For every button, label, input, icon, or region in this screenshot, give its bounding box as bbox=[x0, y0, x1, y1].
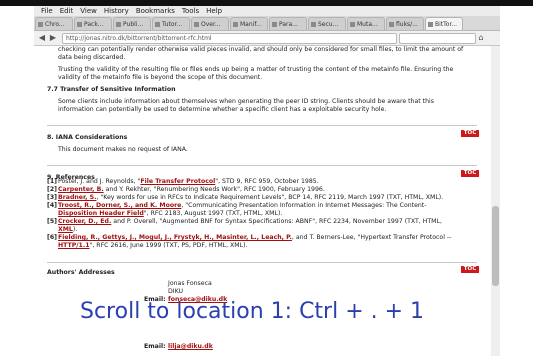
divider bbox=[47, 262, 477, 263]
divider bbox=[47, 165, 477, 166]
reference-link[interactable]: File Transfer Protocol bbox=[140, 178, 215, 185]
instruction-caption: Scroll to location 1: Ctrl + . + 1 bbox=[80, 299, 425, 324]
back-icon[interactable]: ◀ bbox=[37, 33, 47, 43]
reference-item: [1]Postel, J. and J. Reynolds, "File Tra… bbox=[47, 178, 319, 186]
reference-text: ", RFC 2183, August 1997 (TXT, HTML, XML… bbox=[143, 210, 283, 217]
menu-view[interactable]: View bbox=[80, 7, 97, 15]
reference-number: [1] bbox=[47, 178, 57, 185]
reference-text: ", STD 9, RFC 959, October 1985. bbox=[215, 178, 319, 185]
reference-item: [5]Crocker, D., Ed. and P. Overell, "Aug… bbox=[47, 218, 442, 226]
reference-item: Disposition Header Field", RFC 2183, Aug… bbox=[47, 210, 282, 218]
author-name: Jonas Fonseca bbox=[168, 280, 212, 287]
home-icon[interactable]: ⌂ bbox=[476, 33, 486, 43]
section-heading: 7.7 Transfer of Sensitive Information bbox=[47, 86, 176, 93]
url-bar[interactable]: http://jonas.nitro.dk/bittorrent/bittorr… bbox=[62, 33, 397, 44]
favicon-icon bbox=[311, 21, 316, 27]
reference-item: [6]Fielding, R., Gettys, J., Mogul, J., … bbox=[47, 234, 451, 242]
reference-text: ", RFC 2616, June 1999 (TXT, PS, PDF, HT… bbox=[89, 242, 248, 249]
favicon-icon bbox=[272, 21, 277, 27]
toc-button[interactable]: TOC bbox=[461, 266, 479, 273]
menu-bar: File Edit View History Bookmarks Tools H… bbox=[34, 6, 500, 16]
favicon-icon bbox=[194, 21, 199, 27]
tab[interactable]: Pack... bbox=[74, 17, 112, 30]
menu-edit[interactable]: Edit bbox=[60, 7, 74, 15]
reference-text: ). bbox=[72, 226, 78, 233]
tab[interactable]: Chro... bbox=[35, 17, 73, 30]
tab[interactable]: Muta... bbox=[347, 17, 385, 30]
favicon-icon bbox=[233, 21, 238, 27]
tab-strip: Chro... Pack... Publi... Tutor... Over..… bbox=[34, 16, 500, 31]
email-link[interactable]: lilja@diku.dk bbox=[168, 343, 213, 351]
forward-icon[interactable]: ▶ bbox=[48, 33, 58, 43]
reference-text: and Y. Rekhter, "Renumbering Needs Work"… bbox=[103, 186, 325, 193]
paragraph-line: data being discarded. bbox=[58, 54, 126, 61]
reference-number: [3] bbox=[47, 194, 57, 201]
reference-item: XML). bbox=[47, 226, 77, 234]
paragraph-line: This document makes no request of IANA. bbox=[58, 146, 188, 153]
reference-link[interactable]: Fielding, R., Gettys, J., Mogul, J., Fry… bbox=[58, 234, 292, 241]
reference-text: , "Communicating Presentation Informatio… bbox=[181, 202, 427, 209]
reference-link[interactable]: Disposition Header Field bbox=[58, 210, 144, 217]
reference-link[interactable]: Carpenter, B. bbox=[58, 186, 104, 193]
toc-button[interactable]: TOC bbox=[461, 130, 479, 137]
reference-item: [4]Troost, R., Dorner, S., and K. Moore,… bbox=[47, 202, 426, 210]
reference-number: [6] bbox=[47, 234, 57, 241]
reference-item: HTTP/1.1", RFC 2616, June 1999 (TXT, PS,… bbox=[47, 242, 247, 250]
tab[interactable]: fluks/... bbox=[386, 17, 424, 30]
favicon-icon bbox=[38, 21, 43, 27]
tab[interactable]: Over... bbox=[191, 17, 229, 30]
tab[interactable]: Para... bbox=[269, 17, 307, 30]
paragraph-line: Trusting the validity of the resulting f… bbox=[58, 66, 454, 73]
paragraph-line: information can potentially be used to d… bbox=[58, 106, 387, 113]
search-input[interactable] bbox=[399, 33, 476, 44]
tab-active[interactable]: BitTor... bbox=[425, 17, 463, 30]
tab[interactable]: Secu... bbox=[308, 17, 346, 30]
reference-number: [5] bbox=[47, 218, 57, 225]
section-heading: Authors' Addresses bbox=[47, 269, 115, 276]
menu-tools[interactable]: Tools bbox=[182, 7, 199, 15]
reference-number: [4] bbox=[47, 202, 57, 209]
favicon-icon bbox=[155, 21, 160, 27]
reference-link[interactable]: Bradner, S. bbox=[58, 194, 96, 201]
tab[interactable]: Tutor... bbox=[152, 17, 190, 30]
toc-button[interactable]: TOC bbox=[461, 170, 479, 177]
scrollbar-thumb[interactable] bbox=[492, 206, 499, 286]
favicon-icon bbox=[389, 21, 394, 27]
divider bbox=[47, 125, 477, 126]
menu-help[interactable]: Help bbox=[206, 7, 222, 15]
favicon-icon bbox=[77, 21, 82, 27]
reference-link[interactable]: XML bbox=[58, 226, 73, 233]
reference-link[interactable]: HTTP/1.1 bbox=[58, 242, 90, 249]
reference-item: [3]Bradner, S., "Key words for use in RF… bbox=[47, 194, 443, 202]
reference-text: Postel, J. and J. Reynolds, " bbox=[58, 178, 141, 185]
favicon-icon bbox=[428, 21, 433, 27]
reference-text: , "Key words for use in RFCs to Indicate… bbox=[96, 194, 444, 201]
section-heading: 8. IANA Considerations bbox=[47, 134, 128, 141]
favicon-icon bbox=[350, 21, 355, 27]
menu-bookmarks[interactable]: Bookmarks bbox=[136, 7, 175, 15]
paragraph-line: Some clients include information about t… bbox=[58, 98, 434, 105]
reference-link[interactable]: Crocker, D., Ed. bbox=[58, 218, 111, 225]
reference-number: [2] bbox=[47, 186, 57, 193]
reference-item: [2]Carpenter, B. and Y. Rekhter, "Renumb… bbox=[47, 186, 325, 194]
email-label: Email: bbox=[144, 343, 166, 350]
menu-history[interactable]: History bbox=[104, 7, 129, 15]
menu-file[interactable]: File bbox=[41, 7, 53, 15]
paragraph-line: checking can potentially render otherwis… bbox=[58, 46, 464, 53]
favicon-icon bbox=[116, 21, 121, 27]
tab[interactable]: Publi... bbox=[113, 17, 151, 30]
reference-text: , and T. Berners-Lee, "Hypertext Transfe… bbox=[291, 234, 452, 241]
reference-text: and P. Overell, "Augmented BNF for Synta… bbox=[111, 218, 442, 225]
reference-link[interactable]: Troost, R., Dorner, S., and K. Moore bbox=[58, 202, 181, 209]
tab[interactable]: Manif... bbox=[230, 17, 268, 30]
paragraph-line: validity of the metainfo file is beyond … bbox=[58, 74, 263, 81]
